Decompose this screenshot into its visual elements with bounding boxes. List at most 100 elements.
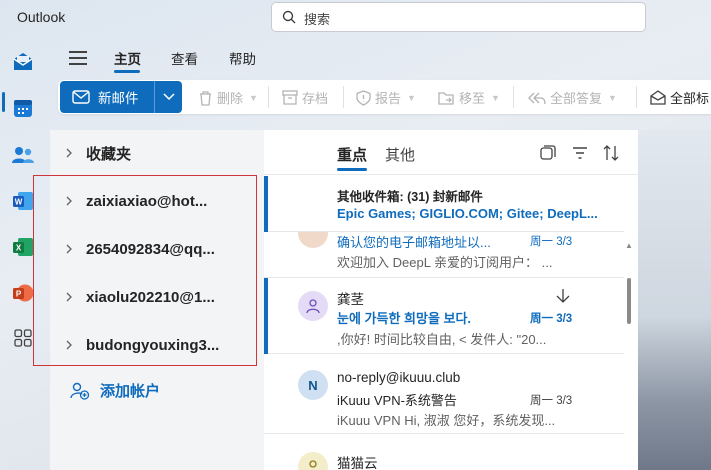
- message-sender: 龚茎: [337, 292, 364, 307]
- rail-active-indicator: [2, 92, 5, 112]
- toolbar-divider: [636, 86, 637, 108]
- svg-text:W: W: [15, 198, 23, 207]
- envelope-open-icon: [650, 90, 666, 105]
- scrollbar-thumb[interactable]: [627, 278, 631, 324]
- reply-all-icon: [528, 92, 546, 104]
- message-subject: iKuuu VPN-系统警告: [337, 393, 457, 408]
- message-preview: iKuuu VPN Hi, 淑淑 您好，系统发现...: [337, 413, 556, 428]
- message-subject: 确认您的电子邮箱地址以...: [337, 235, 491, 250]
- sort-icon[interactable]: [602, 144, 620, 162]
- select-mode-icon[interactable]: [539, 144, 557, 162]
- new-mail-separator: [154, 81, 155, 113]
- trash-icon: [200, 90, 211, 106]
- list-item[interactable]: N no-reply@ikuuu.club iKuuu VPN-系统警告 周一 …: [264, 354, 624, 434]
- arrow-down-icon[interactable]: [556, 288, 570, 304]
- shield-icon: [356, 89, 371, 106]
- ribbon: 主页 查看 帮助 新邮件 删除 ▼ 存档 报告 ▼ 移至 ▼ 全部答复 ▼ 全部…: [50, 40, 711, 118]
- mark-all-read-label: 全部标: [670, 91, 710, 106]
- svg-text:X: X: [16, 244, 22, 253]
- tab-focused-indicator: [337, 168, 367, 171]
- add-account-button[interactable]: 添加帐户: [70, 380, 160, 401]
- people-icon: [12, 147, 34, 163]
- message-date: 周一 3/3: [530, 395, 573, 407]
- other-inbox-senders: Epic Games; GIGLIO.COM; Gitee; DeepL...: [337, 206, 598, 221]
- search-icon: [282, 10, 296, 24]
- archive-button[interactable]: 存档: [282, 88, 328, 107]
- avatar: N: [298, 370, 328, 400]
- list-item[interactable]: 确认您的电子邮箱地址以... 周一 3/3 欢迎加入 DeepL 亲爱的订阅用户…: [264, 232, 624, 278]
- archive-icon: [282, 90, 298, 105]
- folder-favorites[interactable]: 收藏夹: [50, 130, 264, 176]
- chevron-down-icon: ▼: [608, 92, 617, 103]
- chevron-down-icon: ▼: [491, 92, 500, 103]
- report-label: 报告: [375, 91, 402, 106]
- message-date: 周一 3/3: [530, 313, 573, 325]
- message-list: 重点 其他 其他收件箱: (31) 封新邮件 Epic Games; GIGLI…: [264, 130, 638, 470]
- move-to-button[interactable]: 移至 ▼: [438, 88, 500, 107]
- envelope-icon: [72, 90, 90, 104]
- scroll-up-icon[interactable]: ▲: [625, 241, 633, 250]
- message-sender: 猫猫云: [337, 456, 378, 470]
- accounts-highlight-frame: [33, 175, 257, 366]
- message-list-scrollbar[interactable]: ▲: [624, 238, 634, 470]
- toolbar-divider: [343, 86, 344, 108]
- other-inbox-banner[interactable]: 其他收件箱: (31) 封新邮件 Epic Games; GIGLIO.COM;…: [264, 176, 624, 232]
- mark-all-read-button[interactable]: 全部标: [650, 88, 709, 107]
- folder-move-icon: [438, 92, 454, 105]
- hamburger-menu-icon[interactable]: [69, 51, 87, 65]
- list-header-divider: [264, 174, 638, 175]
- delete-label: 删除: [217, 91, 244, 106]
- reply-all-label: 全部答复: [550, 91, 603, 106]
- search-box[interactable]: 搜索: [271, 2, 646, 32]
- list-item[interactable]: 龚茎 눈에 가득한 희망을 보다. 周一 3/3 ,你好! 时间比较自由, < …: [264, 278, 624, 354]
- toolbar-divider: [268, 86, 269, 108]
- new-mail-button[interactable]: 新邮件: [60, 81, 182, 113]
- person-icon: [306, 299, 320, 314]
- add-account-label: 添加帐户: [100, 383, 161, 400]
- new-mail-dropdown[interactable]: [156, 81, 182, 113]
- word-icon: W: [13, 192, 33, 210]
- app-title: Outlook: [17, 9, 66, 25]
- chevron-right-icon: [66, 148, 72, 158]
- add-person-icon: [70, 382, 90, 400]
- people-app-button[interactable]: [9, 141, 37, 169]
- filter-icon[interactable]: [571, 144, 589, 162]
- message-preview: ,你好! 时间比较自由, < 发件人: "20...: [337, 332, 547, 347]
- toolbar-divider: [513, 86, 514, 108]
- list-item[interactable]: 猫猫云: [264, 434, 624, 470]
- desktop-background: [638, 130, 711, 470]
- other-inbox-title: 其他收件箱: (31) 封新邮件: [337, 190, 483, 204]
- title-bar: Outlook 搜索: [0, 0, 711, 36]
- message-preview: 欢迎加入 DeepL 亲爱的订阅用户： ...: [337, 255, 553, 270]
- unread-indicator: [264, 176, 268, 232]
- avatar: [298, 232, 328, 248]
- chevron-down-icon: ▼: [407, 92, 416, 103]
- command-bar: 新邮件 删除 ▼ 存档 报告 ▼ 移至 ▼ 全部答复 ▼ 全部标: [58, 80, 711, 114]
- search-input[interactable]: 搜索: [304, 9, 330, 28]
- calendar-app-button[interactable]: [9, 94, 37, 122]
- tab-view[interactable]: 查看: [171, 48, 198, 68]
- unread-indicator: [264, 278, 268, 354]
- svg-text:P: P: [16, 290, 22, 299]
- avatar: [298, 452, 328, 470]
- person-icon: [309, 460, 317, 468]
- tab-help[interactable]: 帮助: [229, 48, 256, 68]
- excel-icon: X: [13, 238, 33, 256]
- mail-app-button[interactable]: [9, 48, 37, 76]
- delete-button[interactable]: 删除 ▼: [198, 88, 258, 107]
- tab-home-indicator: [114, 70, 140, 73]
- calendar-icon: [14, 100, 32, 117]
- tab-other[interactable]: 其他: [385, 144, 415, 165]
- tab-focused[interactable]: 重点: [337, 144, 367, 165]
- archive-label: 存档: [302, 91, 329, 106]
- chevron-down-icon: [163, 93, 175, 101]
- avatar: [298, 291, 328, 321]
- report-button[interactable]: 报告 ▼: [356, 88, 416, 107]
- folder-label: 收藏夹: [86, 145, 132, 163]
- tab-home[interactable]: 主页: [114, 48, 141, 68]
- new-mail-label: 新邮件: [98, 91, 139, 106]
- reply-all-button[interactable]: 全部答复 ▼: [528, 88, 617, 107]
- move-to-label: 移至: [459, 91, 486, 106]
- message-sender: no-reply@ikuuu.club: [337, 370, 461, 385]
- message-subject: 눈에 가득한 희망을 보다.: [337, 311, 472, 326]
